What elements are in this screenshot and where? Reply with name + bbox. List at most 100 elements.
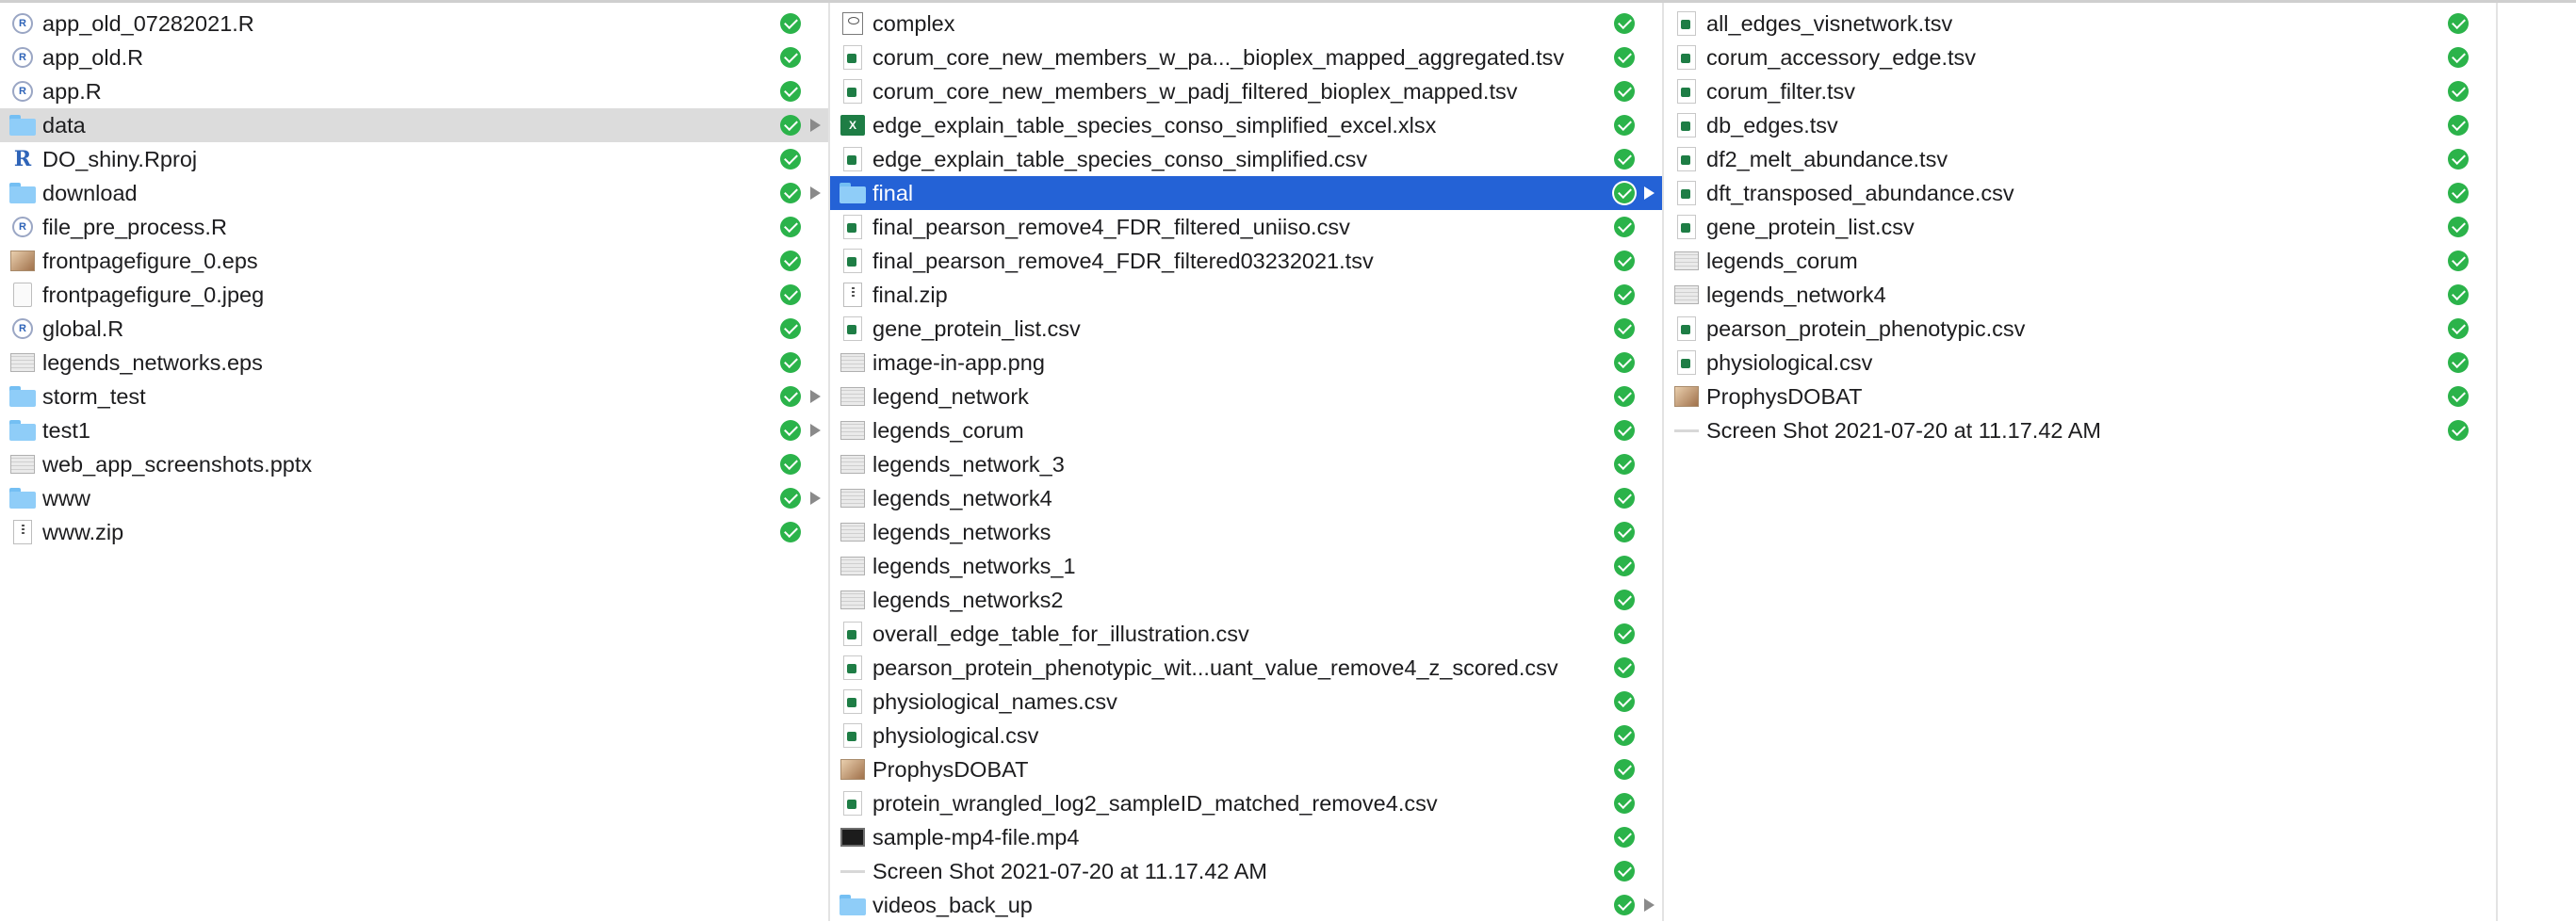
folder-row[interactable]: www: [0, 481, 828, 515]
spreadsheet-icon: [840, 78, 866, 105]
folder-icon: [840, 180, 866, 206]
file-row[interactable]: legends_networks2: [830, 583, 1662, 617]
folder-row[interactable]: storm_test: [0, 380, 828, 413]
file-row[interactable]: ProphysDOBAT: [1664, 380, 2496, 413]
file-name: ProphysDOBAT: [872, 757, 1029, 782]
sync-status-check-icon: [1614, 590, 1635, 610]
image-icon: [840, 519, 866, 545]
file-row[interactable]: final.zip: [830, 278, 1662, 312]
file-row[interactable]: physiological.csv: [1664, 346, 2496, 380]
file-row[interactable]: overall_edge_table_for_illustration.csv: [830, 617, 1662, 651]
file-row[interactable]: Rfile_pre_process.R: [0, 210, 828, 244]
file-row[interactable]: corum_accessory_edge.tsv: [1664, 40, 2496, 74]
disclosure-arrow-icon[interactable]: [810, 119, 821, 132]
file-row[interactable]: pearson_protein_phenotypic_wit...uant_va…: [830, 651, 1662, 685]
file-name: web_app_screenshots.pptx: [42, 452, 313, 477]
file-row[interactable]: legends_networks_1: [830, 549, 1662, 583]
jpeg-icon: [9, 282, 36, 308]
file-row[interactable]: frontpagefigure_0.eps: [0, 244, 828, 278]
column-final[interactable]: all_edges_visnetwork.tsv corum_accessory_…: [1664, 3, 2498, 921]
zip-icon: [840, 282, 866, 308]
file-row[interactable]: final_pearson_remove4_FDR_filtered_uniis…: [830, 210, 1662, 244]
column-root[interactable]: Rapp_old_07282021.R Rapp_old.R Rapp.R data R…: [0, 3, 830, 921]
disclosure-arrow-icon[interactable]: [810, 424, 821, 437]
sync-status-check-icon: [1614, 115, 1635, 136]
file-name: physiological.csv: [1706, 350, 1873, 375]
folder-row[interactable]: download: [0, 176, 828, 210]
sync-status-check-icon: [1614, 691, 1635, 712]
spreadsheet-icon: [840, 688, 866, 715]
folder-row[interactable]: final: [830, 176, 1662, 210]
file-name: df2_melt_abundance.tsv: [1706, 147, 1948, 171]
file-row[interactable]: legends_network4: [830, 481, 1662, 515]
sync-status-check-icon: [780, 251, 801, 271]
file-row[interactable]: df2_melt_abundance.tsv: [1664, 142, 2496, 176]
file-row[interactable]: gene_protein_list.csv: [830, 312, 1662, 346]
file-row[interactable]: complex: [830, 7, 1662, 40]
file-row[interactable]: legends_corum: [1664, 244, 2496, 278]
column-empty[interactable]: [2498, 3, 2576, 921]
file-row[interactable]: edge_explain_table_species_conso_simplif…: [830, 142, 1662, 176]
file-row[interactable]: physiological.csv: [830, 719, 1662, 752]
file-row[interactable]: Rapp_old_07282021.R: [0, 7, 828, 40]
file-row[interactable]: R DO_shiny.Rproj: [0, 142, 828, 176]
folder-row[interactable]: videos_back_up: [830, 888, 1662, 922]
file-row[interactable]: corum_core_new_members_w_pa..._bioplex_m…: [830, 40, 1662, 74]
spreadsheet-icon: [1673, 10, 1700, 37]
sync-status-check-icon: [2448, 420, 2469, 441]
file-row[interactable]: dft_transposed_abundance.csv: [1664, 176, 2496, 210]
file-row[interactable]: all_edges_visnetwork.tsv: [1664, 7, 2496, 40]
file-row[interactable]: Xedge_explain_table_species_conso_simpli…: [830, 108, 1662, 142]
file-row[interactable]: Screen Shot 2021-07-20 at 11.17.42 AM: [1664, 413, 2496, 447]
sync-status-check-icon: [1614, 827, 1635, 848]
file-row[interactable]: legends_network4: [1664, 278, 2496, 312]
file-row[interactable]: Screen Shot 2021-07-20 at 11.17.42 AM: [830, 854, 1662, 888]
file-row[interactable]: gene_protein_list.csv: [1664, 210, 2496, 244]
sync-status-check-icon: [2448, 217, 2469, 237]
disclosure-arrow-icon[interactable]: [810, 390, 821, 403]
spreadsheet-icon: [1673, 146, 1700, 172]
disclosure-arrow-icon[interactable]: [810, 492, 821, 505]
sync-status-check-icon: [1614, 623, 1635, 644]
r-script-icon: R: [9, 44, 36, 71]
file-row[interactable]: pearson_protein_phenotypic.csv: [1664, 312, 2496, 346]
file-row[interactable]: corum_core_new_members_w_padj_filtered_b…: [830, 74, 1662, 108]
file-row[interactable]: legend_network: [830, 380, 1662, 413]
spreadsheet-icon: [840, 248, 866, 274]
file-row[interactable]: legends_networks.eps: [0, 346, 828, 380]
spreadsheet-icon: [1673, 78, 1700, 105]
file-row[interactable]: ProphysDOBAT: [830, 752, 1662, 786]
file-row[interactable]: physiological_names.csv: [830, 685, 1662, 719]
sync-status-check-icon: [2448, 318, 2469, 339]
file-row[interactable]: legends_network_3: [830, 447, 1662, 481]
file-row[interactable]: www.zip: [0, 515, 828, 549]
image-thumbnail-icon: [1673, 383, 1700, 410]
file-name: complex: [872, 11, 955, 36]
folder-row[interactable]: data: [0, 108, 828, 142]
sync-status-check-icon: [780, 81, 801, 102]
disclosure-arrow-icon[interactable]: [810, 186, 821, 200]
column-data[interactable]: complex corum_core_new_members_w_pa..._bi…: [830, 3, 1664, 921]
file-row[interactable]: db_edges.tsv: [1664, 108, 2496, 142]
file-row[interactable]: sample-mp4-file.mp4: [830, 820, 1662, 854]
file-row[interactable]: legends_corum: [830, 413, 1662, 447]
sync-status-check-icon: [1614, 793, 1635, 814]
file-row[interactable]: Rapp.R: [0, 74, 828, 108]
file-row[interactable]: frontpagefigure_0.jpeg: [0, 278, 828, 312]
folder-row[interactable]: test1: [0, 413, 828, 447]
file-row[interactable]: protein_wrangled_log2_sampleID_matched_r…: [830, 786, 1662, 820]
disclosure-arrow-icon[interactable]: [1644, 898, 1655, 912]
file-row[interactable]: Rapp_old.R: [0, 40, 828, 74]
spreadsheet-icon: [840, 214, 866, 240]
file-name: frontpagefigure_0.jpeg: [42, 283, 265, 307]
file-row[interactable]: Rglobal.R: [0, 312, 828, 346]
file-row[interactable]: image-in-app.png: [830, 346, 1662, 380]
disclosure-arrow-icon[interactable]: [1644, 186, 1655, 200]
file-row[interactable]: corum_filter.tsv: [1664, 74, 2496, 108]
spreadsheet-icon: [840, 44, 866, 71]
file-row[interactable]: legends_networks: [830, 515, 1662, 549]
file-row[interactable]: web_app_screenshots.pptx: [0, 447, 828, 481]
file-row[interactable]: final_pearson_remove4_FDR_filtered032320…: [830, 244, 1662, 278]
spreadsheet-icon: [1673, 44, 1700, 71]
file-name: ProphysDOBAT: [1706, 384, 1863, 409]
